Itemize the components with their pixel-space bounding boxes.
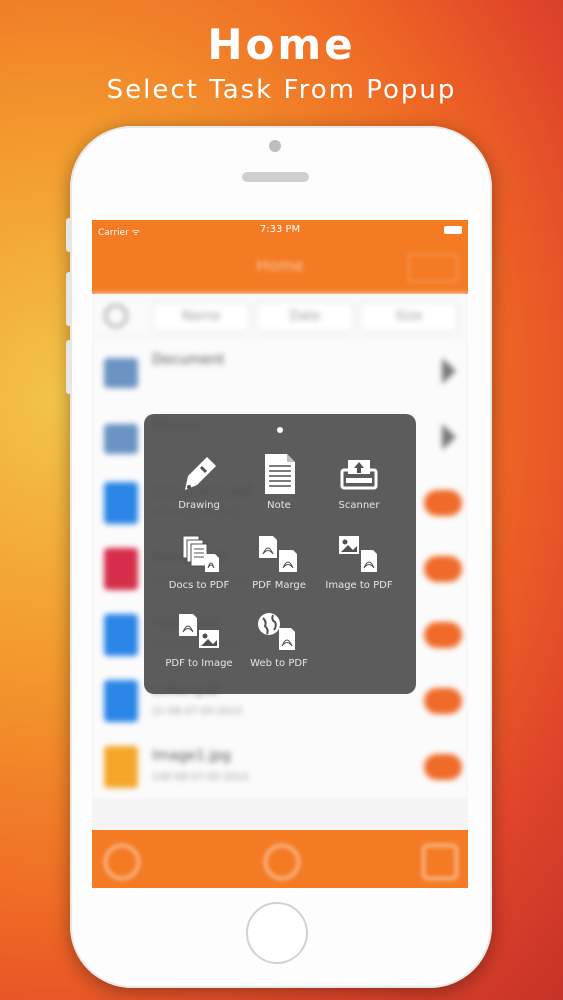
- task-label: Image to PDF: [325, 580, 393, 591]
- task-drawing[interactable]: Drawing: [154, 452, 244, 511]
- volume-down-button: [66, 340, 72, 394]
- file-icon: [104, 614, 138, 656]
- note-icon: [265, 454, 295, 494]
- promo-header: Home Select Task From Popup: [0, 20, 563, 108]
- task-label: Docs to PDF: [168, 580, 230, 591]
- scanner-icon: [340, 460, 378, 490]
- clock: 7:33 PM: [259, 224, 301, 235]
- tab-bar: [92, 830, 468, 888]
- task-docs-to-pdf[interactable]: Docs to PDF: [154, 532, 244, 591]
- task-label: Note: [267, 500, 291, 511]
- promo-subtitle: Select Task From Popup: [106, 75, 457, 105]
- task-note[interactable]: Note: [234, 452, 324, 511]
- nav-bar: Home: [92, 240, 468, 294]
- task-scanner[interactable]: Scanner: [314, 452, 404, 511]
- promo-title: Home: [207, 20, 356, 69]
- row-action-badge[interactable]: [424, 622, 462, 648]
- pdf-merge-icon: [259, 536, 297, 572]
- file-icon: [104, 746, 138, 788]
- file-icon: [104, 548, 138, 590]
- earpiece-speaker: [242, 172, 309, 182]
- page-indicator: [277, 427, 283, 433]
- file-row[interactable]: Image1.jpg 148 KB 07-05-2015: [92, 734, 468, 801]
- file-icon: [104, 482, 138, 524]
- add-icon[interactable]: [264, 844, 300, 880]
- task-pdf-merge[interactable]: PDF Marge: [234, 532, 324, 591]
- task-label: Web to PDF: [250, 658, 308, 669]
- docs-to-pdf-icon: [182, 535, 219, 572]
- task-popup: Drawing Note Scanner Docs to PDF PDF Mar…: [144, 414, 416, 694]
- sort-size-segment[interactable]: Size: [360, 302, 458, 332]
- row-meta: 22 KB 07-05-2015: [152, 706, 243, 717]
- folder-row[interactable]: Document: [92, 338, 468, 405]
- battery-icon: [444, 226, 462, 234]
- image-to-pdf-icon: [339, 536, 377, 572]
- front-camera: [269, 140, 281, 152]
- info-icon[interactable]: [422, 844, 458, 880]
- mute-switch: [66, 218, 72, 252]
- chevron-right-icon[interactable]: [442, 424, 456, 450]
- home-button[interactable]: [246, 902, 308, 964]
- sort-bar: Name Date Size: [92, 294, 468, 339]
- sort-date-segment[interactable]: Date: [256, 302, 354, 332]
- task-label: PDF Marge: [252, 580, 306, 591]
- web-to-pdf-icon: [258, 613, 295, 650]
- row-action-badge[interactable]: [424, 490, 462, 516]
- sort-name-segment[interactable]: Name: [152, 302, 250, 332]
- file-icon: [104, 680, 138, 722]
- row-action-badge[interactable]: [424, 688, 462, 714]
- task-pdf-to-image[interactable]: PDF to Image: [154, 610, 244, 669]
- settings-icon[interactable]: [104, 844, 140, 880]
- row-action-badge[interactable]: [424, 556, 462, 582]
- task-image-to-pdf[interactable]: Image to PDF: [314, 532, 404, 591]
- task-label: Drawing: [178, 500, 220, 511]
- volume-up-button: [66, 272, 72, 326]
- row-name: Image1.jpg: [152, 748, 231, 764]
- task-label: PDF to Image: [165, 658, 233, 669]
- search-icon[interactable]: [104, 304, 128, 328]
- chevron-right-icon[interactable]: [442, 358, 456, 384]
- folder-icon: [104, 424, 138, 454]
- pen-icon: [185, 457, 216, 490]
- task-label: Scanner: [338, 500, 380, 511]
- row-action-badge[interactable]: [424, 754, 462, 780]
- folder-icon: [104, 358, 138, 388]
- row-meta: 148 KB 07-05-2015: [152, 772, 249, 783]
- nav-right-button[interactable]: [408, 254, 458, 282]
- row-name: Document: [152, 352, 225, 368]
- pdf-to-image-icon: [179, 614, 219, 648]
- status-bar: Carrier ᯤ 7:33 PM: [92, 220, 468, 240]
- task-web-to-pdf[interactable]: Web to PDF: [234, 610, 324, 669]
